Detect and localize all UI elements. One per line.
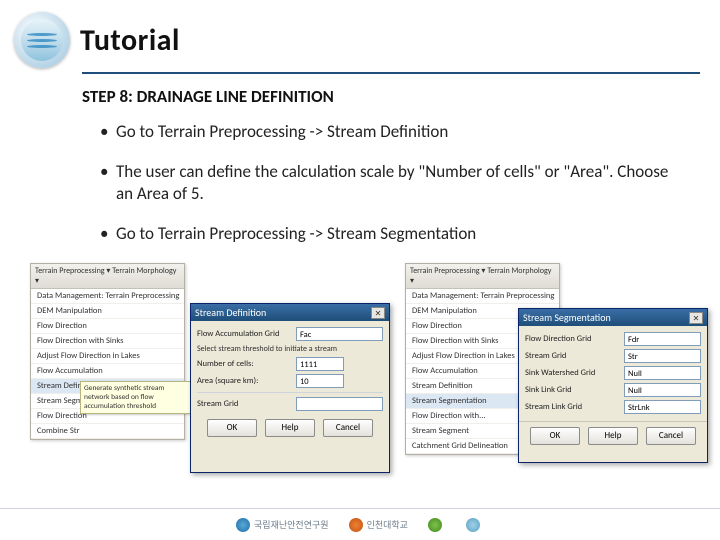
menu-item[interactable]: Flow Direction: [31, 319, 184, 334]
stream-definition-tooltip: Generate synthetic stream network based …: [80, 381, 195, 414]
step-title: STEP 8: DRAINAGE LINE DEFINITION: [82, 86, 720, 107]
help-button[interactable]: Help: [588, 427, 638, 445]
close-icon[interactable]: ✕: [371, 307, 385, 319]
ok-button[interactable]: OK: [207, 419, 257, 437]
bullet-item: Go to Terrain Preprocessing -> Stream De…: [100, 121, 680, 143]
menu-toolbar[interactable]: Terrain Preprocessing ▾ Terrain Morpholo…: [406, 264, 559, 289]
menu-item[interactable]: Data Management: Terrain Preprocessing: [406, 289, 559, 304]
slide-header: Tutorial: [0, 0, 720, 72]
area-label: Area (square km):: [197, 376, 292, 386]
title-underline: [82, 72, 700, 74]
cancel-button[interactable]: Cancel: [323, 419, 373, 437]
field-input[interactable]: Fdr: [624, 332, 701, 346]
cancel-button[interactable]: Cancel: [646, 427, 696, 445]
stream-definition-dialog: Stream Definition ✕ Flow Accumulation Gr…: [190, 303, 390, 473]
footer-logo-4: [466, 518, 484, 532]
field-input[interactable]: Null: [624, 383, 701, 397]
logo-icon: [14, 12, 70, 68]
dialog-titlebar: Stream Segmentation ✕: [519, 309, 707, 326]
field-label: Stream Link Grid: [525, 402, 620, 412]
dialog-title: Stream Definition: [195, 306, 266, 319]
field-label: Sink Watershed Grid: [525, 368, 620, 378]
field-label: Sink Link Grid: [525, 385, 620, 395]
menu-toolbar[interactable]: Terrain Preprocessing ▾ Terrain Morpholo…: [31, 264, 184, 289]
menu-item[interactable]: Combine Str: [31, 424, 184, 439]
screenshot-area: Terrain Preprocessing ▾ Terrain Morpholo…: [0, 263, 720, 483]
menu-item[interactable]: DEM Manipulation: [31, 304, 184, 319]
field-input[interactable]: Str: [624, 349, 701, 363]
stream-grid-label: Stream Grid: [197, 399, 292, 409]
slide-title: Tutorial: [80, 22, 180, 59]
menu-item[interactable]: Data Management: Terrain Preprocessing: [31, 289, 184, 304]
footer: 국립재난안전연구원 인천대학교: [0, 508, 720, 540]
bullet-item: The user can define the calculation scal…: [100, 161, 680, 205]
menu-item[interactable]: Adjust Flow Direction in Lakes: [31, 349, 184, 364]
flow-acc-input[interactable]: Fac: [296, 327, 383, 341]
footer-logo-1: 국립재난안전연구원: [236, 518, 329, 532]
help-button[interactable]: Help: [265, 419, 315, 437]
field-input[interactable]: Null: [624, 366, 701, 380]
footer-logo-2: 인천대학교: [349, 518, 408, 532]
num-cells-label: Number of cells:: [197, 359, 292, 369]
bullet-list: Go to Terrain Preprocessing -> Stream De…: [100, 121, 680, 245]
field-label: Stream Grid: [525, 351, 620, 361]
area-input[interactable]: 10: [296, 374, 344, 388]
menu-item[interactable]: Flow Direction with Sinks: [31, 334, 184, 349]
dialog-titlebar: Stream Definition ✕: [191, 304, 389, 321]
close-icon[interactable]: ✕: [689, 312, 703, 324]
ok-button[interactable]: OK: [530, 427, 580, 445]
footer-logo-3: [428, 518, 446, 532]
threshold-label: Select stream threshold to initiate a st…: [197, 344, 383, 354]
stream-segmentation-dialog: Stream Segmentation ✕ Flow Direction Gri…: [518, 308, 708, 463]
field-label: Flow Direction Grid: [525, 334, 620, 344]
num-cells-input[interactable]: 1111: [296, 357, 344, 371]
stream-grid-input[interactable]: [296, 397, 383, 411]
dialog-title: Stream Segmentation: [523, 311, 611, 324]
flow-acc-label: Flow Accumulation Grid: [197, 329, 292, 339]
menu-item[interactable]: Flow Accumulation: [31, 364, 184, 379]
field-input[interactable]: StrLnk: [624, 400, 701, 414]
bullet-item: Go to Terrain Preprocessing -> Stream Se…: [100, 223, 680, 245]
